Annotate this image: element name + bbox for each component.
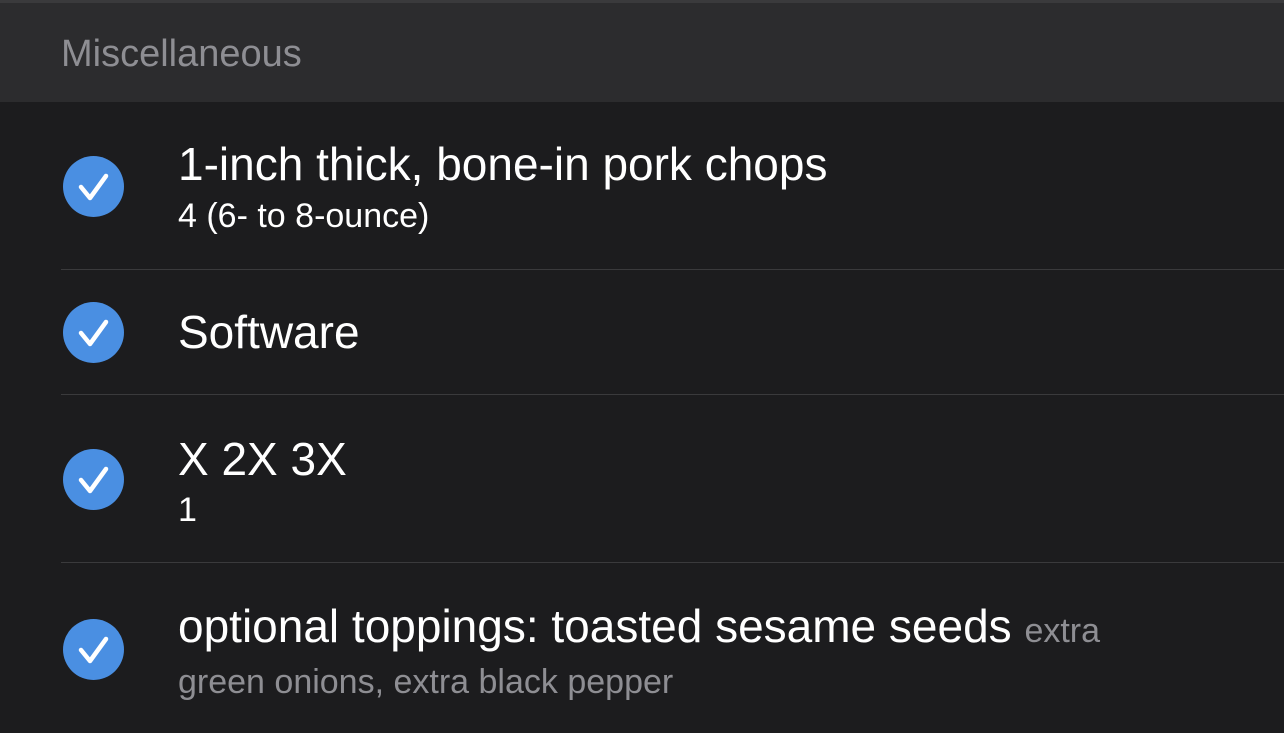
checkmark-circle-icon[interactable] bbox=[63, 449, 124, 510]
section-title: Miscellaneous bbox=[61, 33, 302, 75]
checkmark-circle-icon[interactable] bbox=[63, 619, 124, 680]
shopping-list-screen: Miscellaneous 1-inch thick, bone-in pork… bbox=[0, 0, 1284, 733]
item-note: extra bbox=[1024, 612, 1101, 650]
item-title-text: optional toppings: toasted sesame seeds bbox=[178, 600, 1012, 652]
list-item[interactable]: optional toppings: toasted sesame seeds … bbox=[0, 563, 1284, 733]
item-quantity: 4 (6- to 8-ounce) bbox=[178, 197, 430, 235]
checkmark-circle-icon[interactable] bbox=[63, 302, 124, 363]
item-quantity: 1 bbox=[178, 491, 197, 529]
item-title: 1-inch thick, bone-in pork chops bbox=[178, 138, 828, 190]
list-item[interactable]: 1-inch thick, bone-in pork chops 4 (6- t… bbox=[0, 102, 1284, 269]
list-item[interactable]: Software bbox=[0, 270, 1284, 394]
item-title: X 2X 3X bbox=[178, 433, 347, 485]
section-header: Miscellaneous bbox=[0, 3, 1284, 102]
list-item[interactable]: X 2X 3X 1 bbox=[0, 395, 1284, 562]
item-note-continued: green onions, extra black pepper bbox=[178, 663, 674, 701]
item-title: optional toppings: toasted sesame seeds … bbox=[178, 599, 1100, 658]
item-title: Software bbox=[178, 306, 360, 358]
checkmark-circle-icon[interactable] bbox=[63, 156, 124, 217]
